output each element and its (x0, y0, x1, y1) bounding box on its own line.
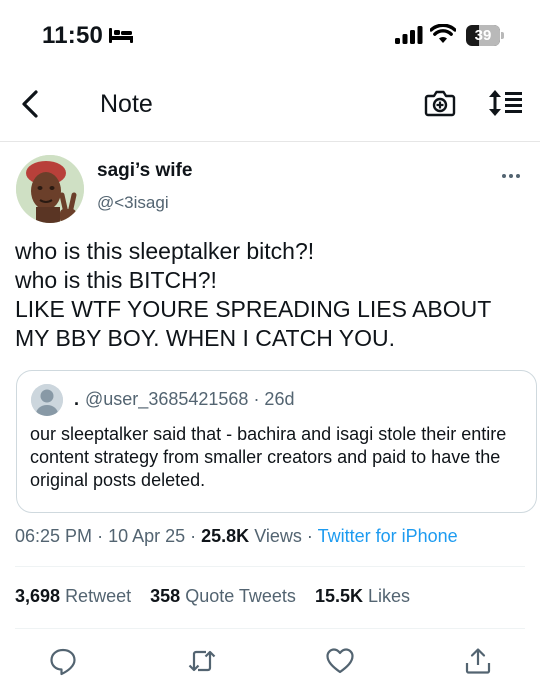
tweet-time: 06:25 PM (15, 526, 93, 546)
sort-icon[interactable] (488, 88, 524, 118)
more-options-icon[interactable] (500, 166, 522, 186)
top-bar: Note (0, 70, 540, 142)
retweet-label: Retweet (65, 586, 132, 606)
like-label: Likes (368, 586, 411, 606)
like-icon[interactable] (325, 646, 355, 676)
quote-avatar (31, 384, 63, 416)
tweet-source-link[interactable]: Twitter for iPhone (318, 526, 458, 546)
quote-count: 358 (150, 586, 181, 606)
views-label: Views (254, 526, 302, 546)
sleep-focus-icon (109, 28, 133, 43)
share-icon[interactable] (463, 646, 493, 676)
tweet-date: 10 Apr 25 (108, 526, 186, 546)
author-display-name[interactable]: sagi’s wife (97, 160, 192, 182)
tweet-stats: 3,698 Retweet 358 Quote Tweets 15.5K Lik… (15, 586, 424, 607)
tweet-actions (0, 646, 540, 678)
divider (15, 566, 525, 567)
like-count: 15.5K (314, 586, 363, 606)
author-avatar[interactable] (16, 155, 84, 223)
back-chevron-icon[interactable] (16, 86, 46, 122)
quote-display-name: . (74, 389, 80, 409)
like-stat[interactable]: 15.5K Likes (315, 586, 410, 606)
tweet-text: who is this sleeptalker bitch?! who is t… (15, 238, 491, 351)
page-title: Note (100, 90, 153, 118)
quoted-tweet[interactable]: . @user_3685421568 · 26d our sleeptalker … (16, 370, 537, 513)
quote-time: · 26d (253, 389, 295, 409)
status-bar: 11:50 39 (0, 0, 540, 70)
retweet-count: 3,698 (15, 586, 61, 606)
battery-indicator: 39 (466, 25, 504, 46)
tweet-meta: 06:25 PM · 10 Apr 25 · 25.8K Views · Twi… (15, 526, 458, 546)
wifi-icon (430, 24, 456, 43)
battery-level: 39 (474, 27, 492, 44)
quote-handle: @user_3685421568 (85, 389, 249, 409)
views-count: 25.8K (201, 526, 250, 546)
retweet-icon[interactable] (187, 646, 217, 676)
retweet-stat[interactable]: 3,698 Retweet (15, 586, 131, 606)
quote-text: our sleeptalker said that - bachira and … (30, 424, 507, 490)
camera-icon[interactable] (424, 88, 456, 118)
reply-icon[interactable] (48, 646, 78, 676)
author-handle[interactable]: @<3isagi (97, 193, 169, 213)
quote-stat[interactable]: 358 Quote Tweets (150, 586, 296, 606)
quote-label: Quote Tweets (185, 586, 296, 606)
status-time: 11:50 (42, 22, 104, 49)
cellular-signal-icon (395, 26, 423, 44)
divider (15, 628, 525, 629)
quote-meta: . @user_3685421568 · 26d (74, 389, 294, 410)
